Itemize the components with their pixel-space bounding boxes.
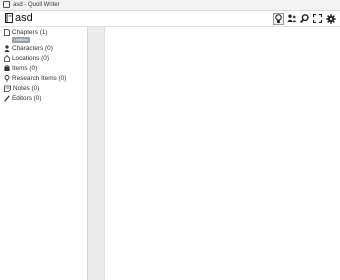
find-icon: [300, 14, 309, 23]
sidebar-item-label: Research Items (0): [12, 75, 67, 82]
project-toolbar: [273, 12, 336, 25]
project-sidebar: Chapters (1) Untitled Characters (0) Loc…: [0, 27, 88, 280]
sidebar-item-notes[interactable]: Notes (0): [4, 84, 39, 93]
editor-area[interactable]: [105, 27, 340, 280]
sidebar-item-chapters[interactable]: Chapters (1): [4, 28, 48, 37]
sidebar-item-research-items[interactable]: Research Items (0): [4, 74, 66, 83]
sidebar-item-label: Editors (0): [12, 95, 42, 102]
find-button[interactable]: [299, 13, 310, 25]
sidebar-item-label: Characters (0): [12, 45, 53, 52]
window-title: asd - Quoll Writer: [13, 2, 60, 8]
settings-icon: [325, 13, 336, 24]
contacts-button[interactable]: [286, 13, 297, 25]
sidebar-item-label: Chapters (1): [12, 29, 48, 36]
project-book-icon: [5, 13, 13, 23]
notes-icon: [4, 85, 11, 92]
idea-board-icon: [275, 13, 282, 23]
sidebar-item-locations[interactable]: Locations (0): [4, 54, 49, 63]
fullscreen-icon: [313, 14, 322, 23]
research-icon: [4, 75, 10, 82]
chapter-icon: [4, 29, 10, 36]
sidebar-item-label: Items (0): [12, 65, 38, 72]
idea-board-button[interactable]: [273, 12, 284, 25]
sidebar-item-items[interactable]: Items (0): [4, 64, 37, 73]
project-header: asd: [0, 11, 340, 27]
sidebar-item-editors[interactable]: Editors (0): [4, 94, 41, 103]
character-icon: [4, 45, 10, 52]
chapter-badge[interactable]: Untitled: [12, 37, 30, 43]
project-title: asd: [15, 12, 33, 24]
window-titlebar: asd - Quoll Writer: [0, 0, 340, 11]
sidebar-item-characters[interactable]: Characters (0): [4, 44, 53, 53]
location-icon: [4, 55, 10, 62]
app-icon: [3, 1, 10, 8]
fullscreen-button[interactable]: [312, 13, 323, 25]
item-icon: [4, 65, 10, 71]
sidebar-item-label: Locations (0): [12, 55, 49, 62]
splitter-gutter[interactable]: [88, 27, 105, 280]
editors-icon: [4, 95, 10, 102]
settings-button[interactable]: [325, 13, 336, 25]
contacts-icon: [286, 14, 297, 22]
sidebar-item-label: Notes (0): [13, 85, 40, 92]
